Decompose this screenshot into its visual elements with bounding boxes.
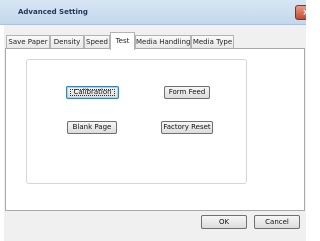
factory-reset-button[interactable]: Factory Reset bbox=[161, 121, 213, 134]
tab-save-paper[interactable]: Save Paper bbox=[6, 35, 50, 49]
test-tab-panel: Calibration Form Feed Blank Page Factory… bbox=[5, 48, 305, 211]
ok-button[interactable]: OK bbox=[201, 215, 247, 229]
title-bar: Advanced Setting × bbox=[0, 0, 306, 25]
test-button-group: Calibration Form Feed Blank Page Factory… bbox=[26, 59, 247, 184]
advanced-setting-dialog: Advanced Setting × Save Paper Density Sp… bbox=[0, 0, 306, 241]
tab-media-type[interactable]: Media Type bbox=[191, 35, 234, 49]
window-title: Advanced Setting bbox=[18, 8, 88, 16]
form-feed-button[interactable]: Form Feed bbox=[164, 86, 210, 99]
tab-strip: Save Paper Density Speed Test Media Hand… bbox=[4, 32, 306, 50]
blank-page-button-label: Blank Page bbox=[72, 123, 112, 131]
tab-media-handling[interactable]: Media Handling bbox=[135, 35, 191, 49]
dialog-body: Save Paper Density Speed Test Media Hand… bbox=[4, 25, 306, 241]
blank-page-button[interactable]: Blank Page bbox=[67, 121, 117, 134]
tab-density[interactable]: Density bbox=[50, 35, 84, 49]
close-icon: × bbox=[302, 8, 306, 18]
tab-test[interactable]: Test bbox=[110, 32, 135, 50]
factory-reset-button-label: Factory Reset bbox=[163, 123, 211, 131]
close-button[interactable]: × bbox=[295, 5, 306, 20]
calibration-button[interactable]: Calibration bbox=[66, 86, 119, 99]
focus-indicator bbox=[70, 89, 115, 96]
tab-speed[interactable]: Speed bbox=[84, 35, 110, 49]
cancel-button[interactable]: Cancel bbox=[254, 215, 300, 229]
form-feed-button-label: Form Feed bbox=[168, 88, 206, 96]
